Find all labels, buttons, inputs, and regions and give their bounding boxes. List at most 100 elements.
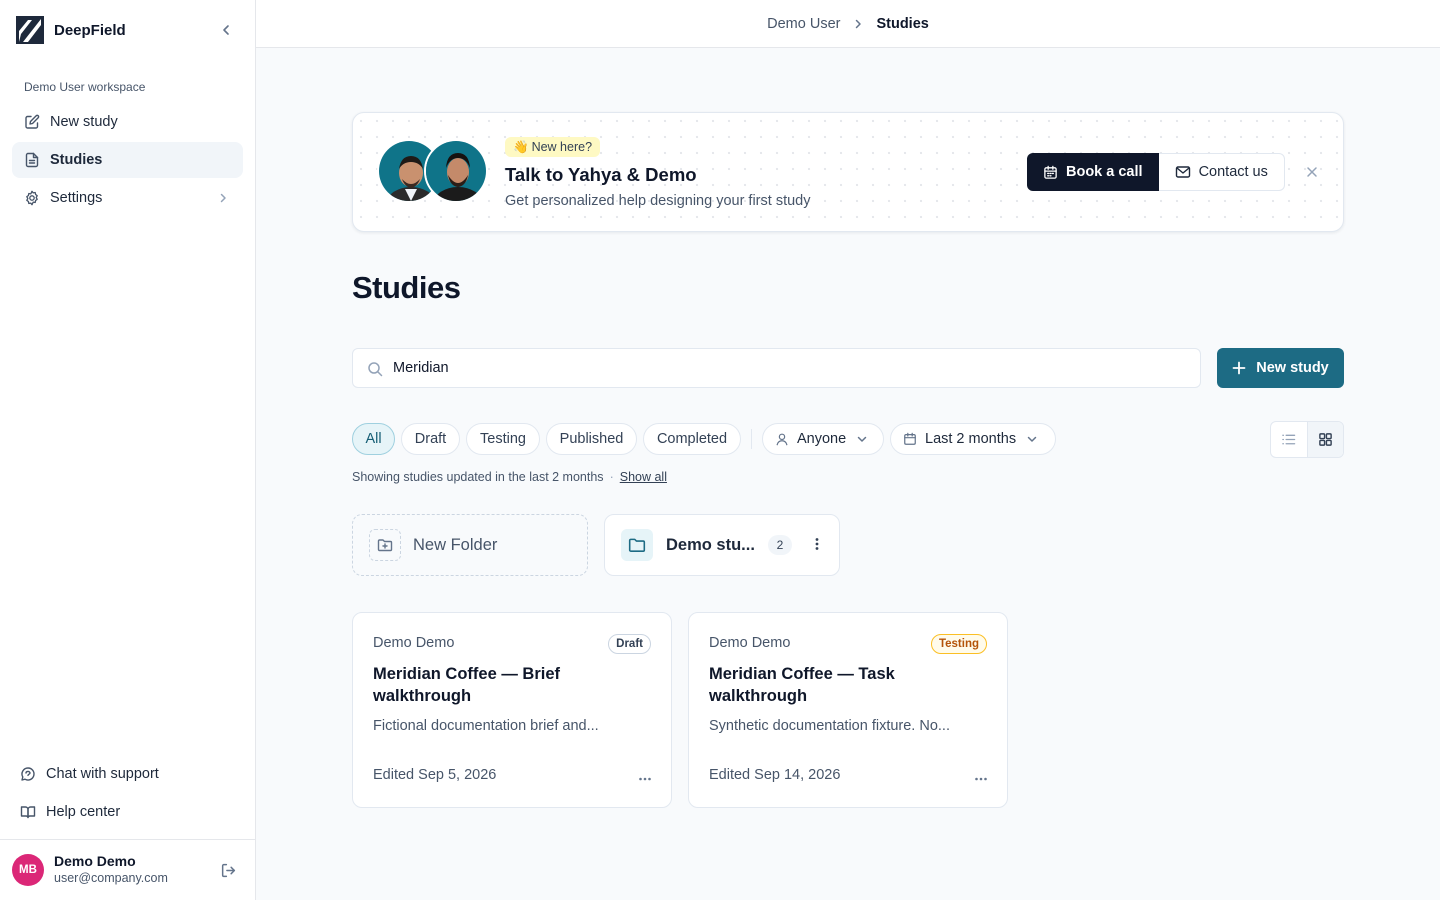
chevron-down-icon [1027,436,1037,442]
mail-icon [1175,166,1190,178]
filter-divider [751,429,752,449]
workspace-label: Demo User workspace [24,80,146,94]
filter-summary: Showing studies updated in the last 2 mo… [352,470,667,484]
sidebar-nav: New study Studies Settings [12,104,243,218]
breadcrumb: Demo User Studies [256,0,1440,48]
study-card[interactable]: Demo Demo Testing Meridian Coffee — Task… [688,612,1008,808]
status-badge: Testing [930,634,987,654]
more-horizontal-icon[interactable] [973,771,989,787]
avatar[interactable]: MB [12,854,44,886]
new-folder-button[interactable]: New Folder [352,514,588,576]
filter-draft[interactable]: Draft [401,423,460,455]
study-card[interactable]: Demo Demo Draft Meridian Coffee — Brief … [352,612,672,808]
filter-all[interactable]: All [352,423,395,455]
avatar-demo [424,139,488,203]
logout-icon[interactable] [220,862,237,879]
owner-filter-value: Anyone [797,431,847,447]
study-owner: Demo Demo [373,635,455,651]
user-panel: MB Demo Demo user@company.com [0,839,255,900]
folder-icon [621,529,653,561]
user-email: user@company.com [54,871,168,885]
search-input[interactable] [393,349,1183,387]
breadcrumb-current: Studies [876,15,929,32]
chevron-left-icon[interactable] [216,20,236,40]
wave-icon: 👋 [513,139,529,154]
sidebar-item-label: Studies [50,152,103,168]
folder-plus-icon [369,529,401,561]
deepfield-logo-icon [16,16,44,44]
study-edited-date: Edited Sep 5, 2026 [373,767,497,783]
study-title: Meridian Coffee — Brief walkthrough [373,665,561,705]
gear-icon [26,190,38,206]
new-study-button[interactable]: New study [1217,348,1344,388]
grid-icon [1319,433,1332,446]
breadcrumb-workspace[interactable]: Demo User [767,16,840,32]
chevron-right-icon [220,193,226,203]
page-title: Studies [352,270,461,305]
user-icon [776,433,788,446]
grid-view-button[interactable] [1306,422,1343,457]
onboarding-banner: 👋 New here? Talk to Yahya & Demo Get per… [352,112,1344,232]
list-icon [1282,434,1296,445]
book-a-call-label: Book a call [1066,164,1143,180]
sidebar-item-studies[interactable]: Studies [12,142,243,178]
filter-published[interactable]: Published [546,423,637,455]
list-view-button[interactable] [1271,422,1307,457]
banner-actions: Book a call Contact us [1027,153,1285,191]
sidebar: DeepField Demo User workspace New study … [0,0,256,900]
study-edited-date: Edited Sep 14, 2026 [709,767,841,783]
help-center-label: Help center [46,804,121,820]
chevron-down-icon [857,436,867,442]
sidebar-item-label: Settings [50,190,103,206]
new-here-badge: 👋 New here? [505,137,601,157]
chat-with-support-label: Chat with support [46,766,159,782]
search-bar [352,348,1201,388]
banner-subtitle: Get personalized help designing your fir… [505,193,811,209]
date-filter-dropdown[interactable]: Last 2 months [890,423,1056,455]
status-badge: Draft [608,634,651,654]
filter-testing[interactable]: Testing [466,423,540,455]
more-vertical-icon[interactable] [809,536,825,552]
filter-completed[interactable]: Completed [643,423,741,455]
document-icon [25,152,39,168]
plus-icon [1232,361,1246,375]
study-title: Meridian Coffee — Task walkthrough [709,665,895,705]
user-name: Demo Demo [54,853,136,869]
contact-us-label: Contact us [1198,164,1268,180]
chat-icon [21,767,35,781]
calendar-icon [1044,165,1057,179]
view-toggle [1270,421,1344,458]
contact-us-button[interactable]: Contact us [1158,153,1285,191]
brand-name: DeepField [54,21,126,39]
filter-summary-text: Showing studies updated in the last 2 mo… [352,470,604,484]
brand[interactable]: DeepField [16,14,240,46]
owner-filter-dropdown[interactable]: Anyone [762,423,884,455]
sidebar-item-label: New study [50,114,118,130]
banner-title: Talk to Yahya & Demo [505,164,697,185]
more-horizontal-icon[interactable] [637,771,653,787]
sidebar-item-settings[interactable]: Settings [12,180,243,216]
folder-card[interactable]: Demo stu... 2 [604,514,840,576]
calendar-icon [904,432,916,445]
sidebar-bottom-links: Chat with support Help center [8,756,248,832]
new-study-label: New study [1256,360,1329,376]
show-all-link[interactable]: Show all [620,470,667,484]
chevron-right-icon [856,19,862,28]
new-here-label: New here? [531,140,593,154]
study-description: Synthetic documentation fixture. No... [709,718,950,734]
help-center-link[interactable]: Help center [8,794,248,830]
close-icon[interactable] [1304,164,1320,180]
study-description: Fictional documentation brief and... [373,718,599,734]
separator-dot: · [609,470,614,484]
sidebar-item-new-study[interactable]: New study [12,104,243,140]
new-folder-label: New Folder [413,535,498,554]
folder-name: Demo stu... [666,535,755,554]
date-filter-value: Last 2 months [925,431,1017,447]
book-a-call-button[interactable]: Book a call [1027,153,1159,191]
study-owner: Demo Demo [709,635,791,651]
search-icon [368,362,383,377]
chat-with-support-link[interactable]: Chat with support [8,756,248,792]
folder-count-badge: 2 [768,535,792,555]
book-icon [20,806,36,819]
edit-icon [25,114,40,129]
